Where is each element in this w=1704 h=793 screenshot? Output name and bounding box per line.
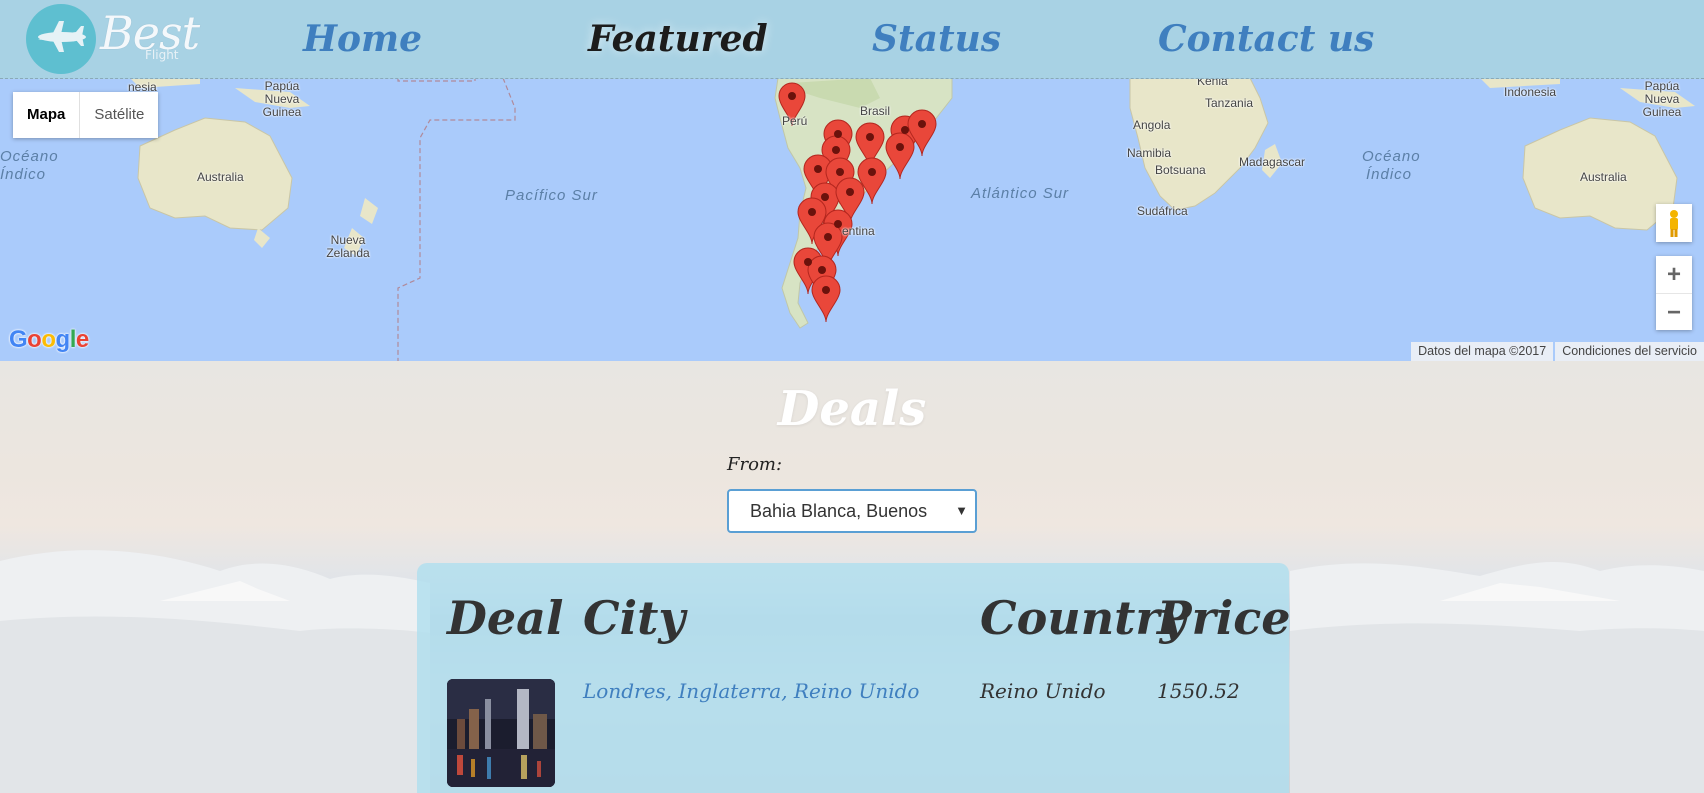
map-label-peru: Perú bbox=[782, 114, 808, 128]
map-label-papua-right: Papúa Nueva Guinea bbox=[1642, 79, 1682, 119]
nav-featured-link[interactable]: Featured bbox=[588, 18, 768, 60]
nav-status-link[interactable]: Status bbox=[872, 18, 1001, 60]
map-type-mapa-button[interactable]: Mapa bbox=[13, 92, 81, 138]
column-header-price: Price bbox=[1157, 591, 1291, 645]
map-label-kenia: Kenia bbox=[1197, 78, 1228, 88]
from-label: From: bbox=[727, 454, 783, 475]
top-nav: Best Flight Home Featured Status Contact… bbox=[0, 0, 1704, 79]
map-label-nueva-zelanda: Nueva Zelanda bbox=[326, 233, 370, 260]
column-header-deal: Deal bbox=[447, 591, 564, 645]
nav-contact-link[interactable]: Contact us bbox=[1158, 18, 1374, 60]
deals-title: Deals bbox=[777, 381, 927, 437]
map-label-tanzania: Tanzania bbox=[1205, 96, 1254, 110]
map-label-papua: Papúa Nueva Guinea bbox=[262, 79, 302, 119]
deals-table: Deal City Country Price Londres, Inglate… bbox=[417, 563, 1291, 793]
map-attribution: Datos del mapa ©2017 Condiciones del ser… bbox=[1409, 342, 1704, 361]
map-type-control: Mapa Satélite bbox=[13, 92, 159, 138]
map-label-australia-left: Australia bbox=[197, 170, 244, 184]
map-label-angola: Angola bbox=[1133, 118, 1171, 132]
deals-section: Deals From: Bahia Blanca, Buenos ▼ Deal … bbox=[0, 361, 1704, 793]
map-data-attribution: Datos del mapa ©2017 bbox=[1411, 342, 1554, 361]
map-label-indico-left: Índico bbox=[0, 166, 47, 183]
map-label-oceano-left: Océano bbox=[0, 148, 59, 165]
zoom-control: + − bbox=[1656, 256, 1692, 330]
from-select-value: Bahia Blanca, Buenos bbox=[750, 501, 928, 521]
map-label-sudafrica: Sudáfrica bbox=[1137, 204, 1188, 218]
airplane-logo-icon[interactable] bbox=[26, 4, 96, 74]
pegman-icon[interactable] bbox=[1656, 204, 1692, 242]
map-label-indonesia-right: Indonesia bbox=[1504, 85, 1557, 99]
terms-of-service-link[interactable]: Condiciones del servicio bbox=[1555, 342, 1704, 361]
map-label-madagascar: Madagascar bbox=[1239, 155, 1306, 169]
google-logo: Google bbox=[9, 326, 89, 353]
map-label-argentina: entina bbox=[842, 224, 875, 238]
deal-city-link[interactable]: Londres, Inglaterra, Reino Unido bbox=[583, 679, 919, 703]
zoom-in-button[interactable]: + bbox=[1656, 256, 1692, 294]
map-terrain bbox=[130, 78, 1695, 361]
map-label-brasil: Brasil bbox=[860, 104, 891, 118]
from-select[interactable]: Bahia Blanca, Buenos ▼ bbox=[727, 489, 977, 533]
deal-image[interactable] bbox=[447, 679, 555, 787]
map-label-atlantico-sur: Atlántico Sur bbox=[971, 185, 1070, 202]
map-label-australia-right: Australia bbox=[1580, 170, 1627, 184]
deal-country: Reino Unido bbox=[980, 679, 1106, 703]
map-label-pacifico-sur: Pacífico Sur bbox=[505, 187, 598, 204]
deal-price: 1550.52 bbox=[1157, 679, 1240, 703]
map-label-namibia: Namibia bbox=[1127, 146, 1172, 160]
map-label-botsuana: Botsuana bbox=[1155, 163, 1206, 177]
zoom-out-button[interactable]: − bbox=[1656, 294, 1692, 331]
map-type-satelite-button[interactable]: Satélite bbox=[80, 92, 158, 138]
column-header-city: City bbox=[583, 591, 686, 645]
map-label-indico-right: Índico bbox=[1366, 166, 1413, 183]
column-header-country: Country bbox=[980, 591, 1187, 645]
map-label-oceano-right: Océano bbox=[1362, 148, 1421, 165]
chevron-down-icon: ▼ bbox=[955, 503, 968, 518]
logo-subtext: Flight bbox=[145, 48, 179, 62]
nav-home-link[interactable]: Home bbox=[303, 18, 422, 60]
deals-map[interactable]: nesia Papúa Nueva Guinea Océano Índico A… bbox=[0, 78, 1704, 361]
